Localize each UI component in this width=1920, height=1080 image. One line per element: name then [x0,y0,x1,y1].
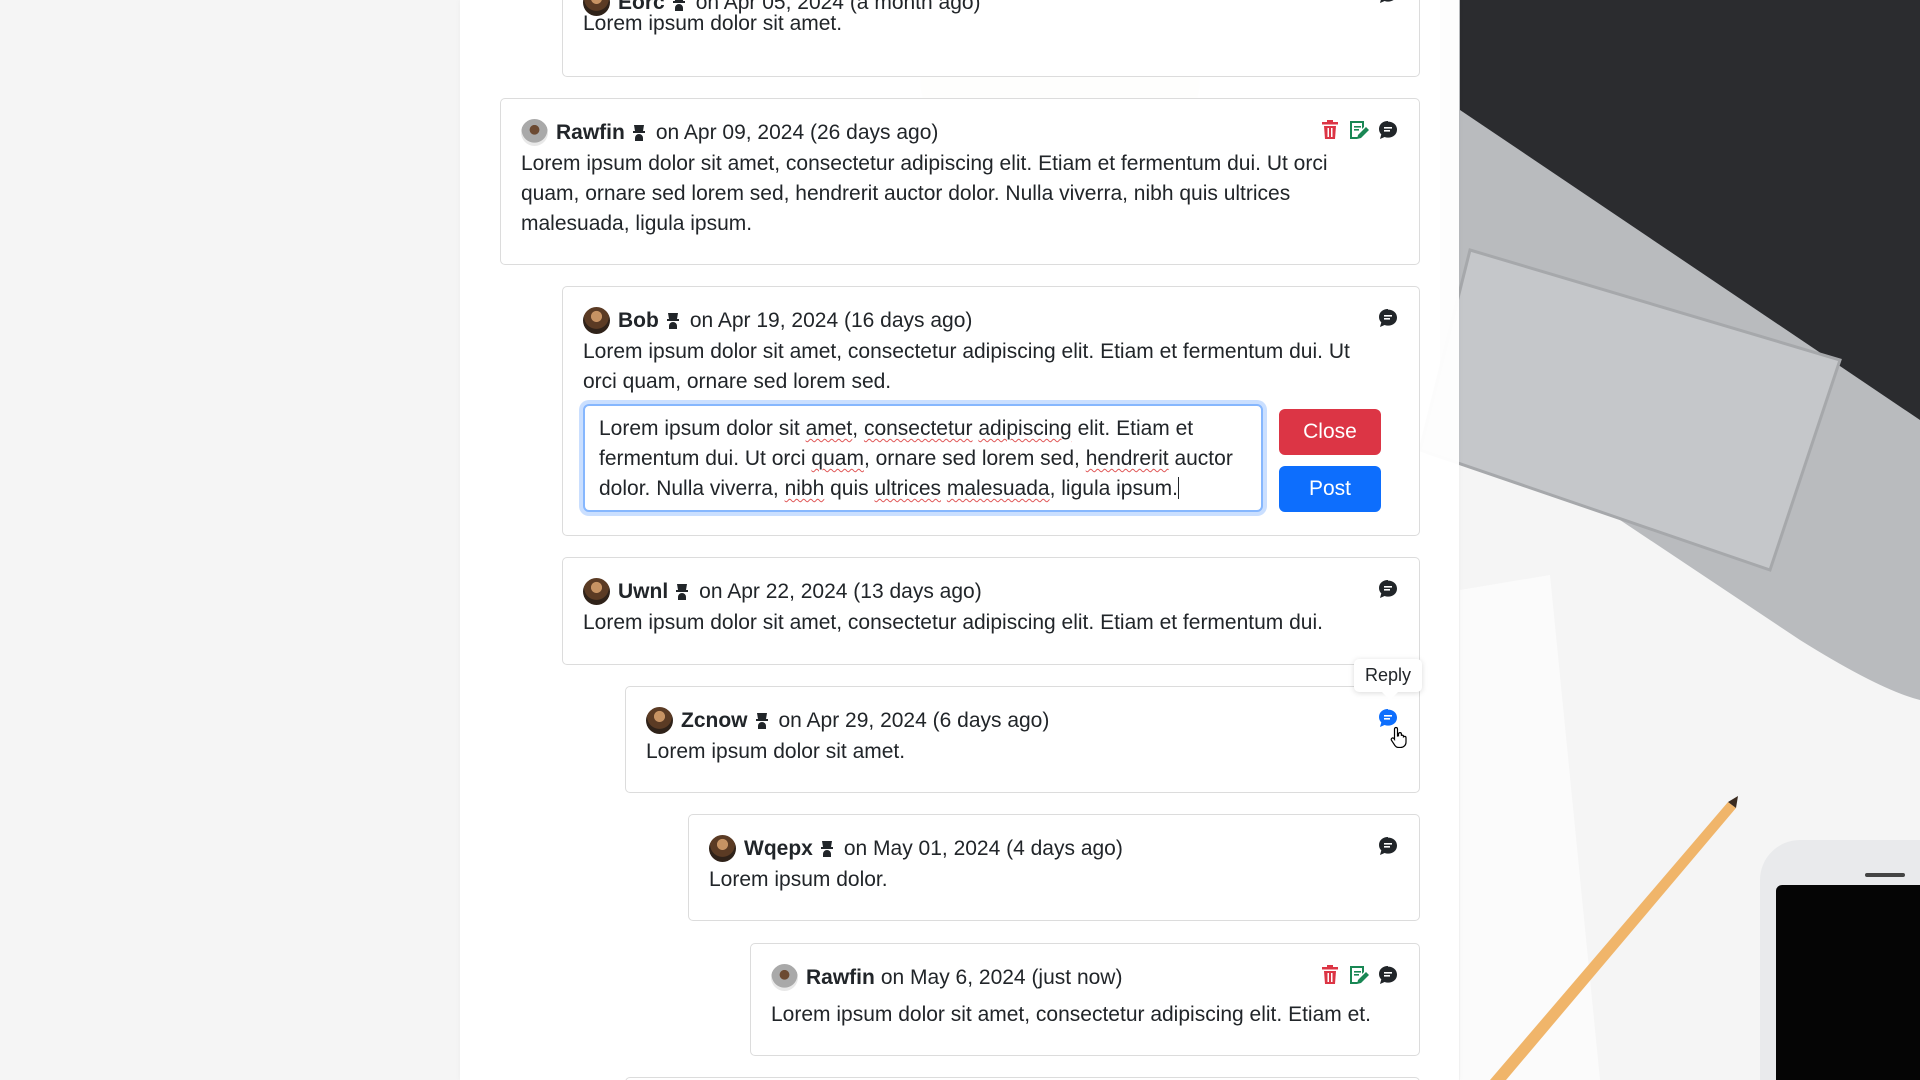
misspelled-word: nibh [784,477,825,500]
moderator-icon [676,583,689,600]
edit-icon[interactable] [1348,964,1370,986]
reply-icon[interactable] [1377,964,1399,986]
misspelled-word: amet [805,417,853,440]
comment-card: Eorc on Apr 05, 2024 (a month ago) Lorem… [562,0,1420,77]
comment-body: Lorem ipsum dolor sit amet, consectetur … [583,611,1323,634]
moderator-icon [820,840,833,857]
reply-icon[interactable] [1377,0,1399,5]
comment-card: Rawfin on May 6, 2024 (just now) Lorem i… [750,943,1420,1056]
moderator-icon [666,312,679,329]
comment-card: Uwnl on Apr 22, 2024 (13 days ago) Lorem… [562,557,1420,665]
reply-text: , ornare sed lorem sed, [863,447,1086,470]
avatar [771,964,798,991]
delete-icon[interactable] [1319,119,1341,141]
comment-header: Zcnow on Apr 29, 2024 (6 days ago) [646,707,1049,734]
reply-icon[interactable] [1377,578,1399,600]
comment-actions [1319,119,1399,141]
misspelled-word: quam [811,447,864,470]
misspelled-word: adipiscing [978,417,1072,440]
comment-date: on Apr 29, 2024 (6 days ago) [778,708,1050,732]
comment-body: Lorem ipsum dolor sit amet, consectetur … [521,149,1328,239]
avatar [709,835,736,862]
moderator-icon [632,124,645,141]
comment-header: Wqepx on May 01, 2024 (4 days ago) [709,835,1123,862]
reply-text: , ligula ipsum. [1049,477,1178,500]
comment-header: Rawfin on May 6, 2024 (just now) [771,964,1122,991]
comment-actions [1377,578,1399,600]
avatar [583,307,610,334]
comment-date: on Apr 22, 2024 (13 days ago) [699,579,982,603]
moderator-icon [755,712,768,729]
author-name[interactable]: Rawfin [806,966,875,990]
comment-body-line: orci quam, ornare sed lorem sed. [583,370,892,393]
comment-body: Lorem ipsum dolor sit amet. [583,12,843,35]
comment-body: Lorem ipsum dolor. [709,868,888,891]
comment-card: Wqepx on May 01, 2024 (4 days ago) Lorem… [688,814,1420,921]
reply-textarea[interactable]: Lorem ipsum dolor sit amet, consectetur … [583,404,1263,512]
reply-text: quis [824,477,875,500]
comment-date: on May 01, 2024 (4 days ago) [843,836,1123,860]
phone-image [1760,840,1920,1080]
comment-actions [1377,0,1399,5]
author-name[interactable]: Rawfin [556,121,625,145]
hand-cursor-icon [1390,726,1407,748]
reply-icon[interactable] [1377,119,1399,141]
author-name[interactable]: Wqepx [744,837,813,861]
comment-actions [1319,964,1399,986]
comment-body: Lorem ipsum dolor sit amet, consectetur … [583,337,1350,397]
comment-date: on Apr 09, 2024 (26 days ago) [655,120,939,144]
comment-body-line: Lorem ipsum dolor sit amet, consectetur … [521,152,1328,175]
post-button[interactable]: Post [1279,466,1381,512]
edit-icon[interactable] [1348,119,1370,141]
comment-card: Rawfin on Apr 09, 2024 (26 days ago) Lor… [500,98,1420,265]
author-name[interactable]: Bob [618,309,659,333]
close-button[interactable]: Close [1279,409,1381,455]
reply-text: Lorem ipsum dolor sit [599,417,806,440]
avatar [521,119,548,146]
reply-icon[interactable] [1377,307,1399,329]
comment-body-line: Lorem ipsum dolor sit amet, consectetur … [583,340,1350,363]
author-name[interactable]: Uwnl [618,580,668,604]
misspelled-word: hendrerit [1085,447,1169,470]
comment-actions [1377,307,1399,329]
avatar [583,578,610,605]
reply-tooltip: Reply [1354,659,1422,700]
text-caret [1177,477,1179,499]
comment-actions [1377,835,1399,857]
comment-body-line: quam, ornare sed lorem sed, hendrerit au… [521,182,1291,205]
comment-body-line: malesuada, ligula ipsum. [521,212,753,235]
avatar [646,707,673,734]
reply-text: , [852,417,864,440]
comment-date: on Apr 19, 2024 (16 days ago) [689,308,973,332]
reply-icon[interactable] [1377,835,1399,857]
comment-header: Uwnl on Apr 22, 2024 (13 days ago) [583,578,982,605]
misspelled-word: consectetur [863,417,973,440]
comment-card: Bob on Apr 19, 2024 (16 days ago) Lorem … [562,286,1420,536]
misspelled-word: ultrices [874,477,942,500]
misspelled-word: malesuada [946,477,1050,500]
author-name[interactable]: Zcnow [681,709,748,733]
comment-date: on May 6, 2024 (just now) [880,965,1123,989]
delete-icon[interactable] [1319,964,1341,986]
comment-card: Zcnow on Apr 29, 2024 (6 days ago) Lorem… [625,686,1420,793]
comment-header: Bob on Apr 19, 2024 (16 days ago) [583,307,972,334]
comment-body: Lorem ipsum dolor sit amet. [646,740,906,763]
comment-header: Rawfin on Apr 09, 2024 (26 days ago) [521,119,938,146]
comment-body: Lorem ipsum dolor sit amet, consectetur … [771,1003,1371,1026]
